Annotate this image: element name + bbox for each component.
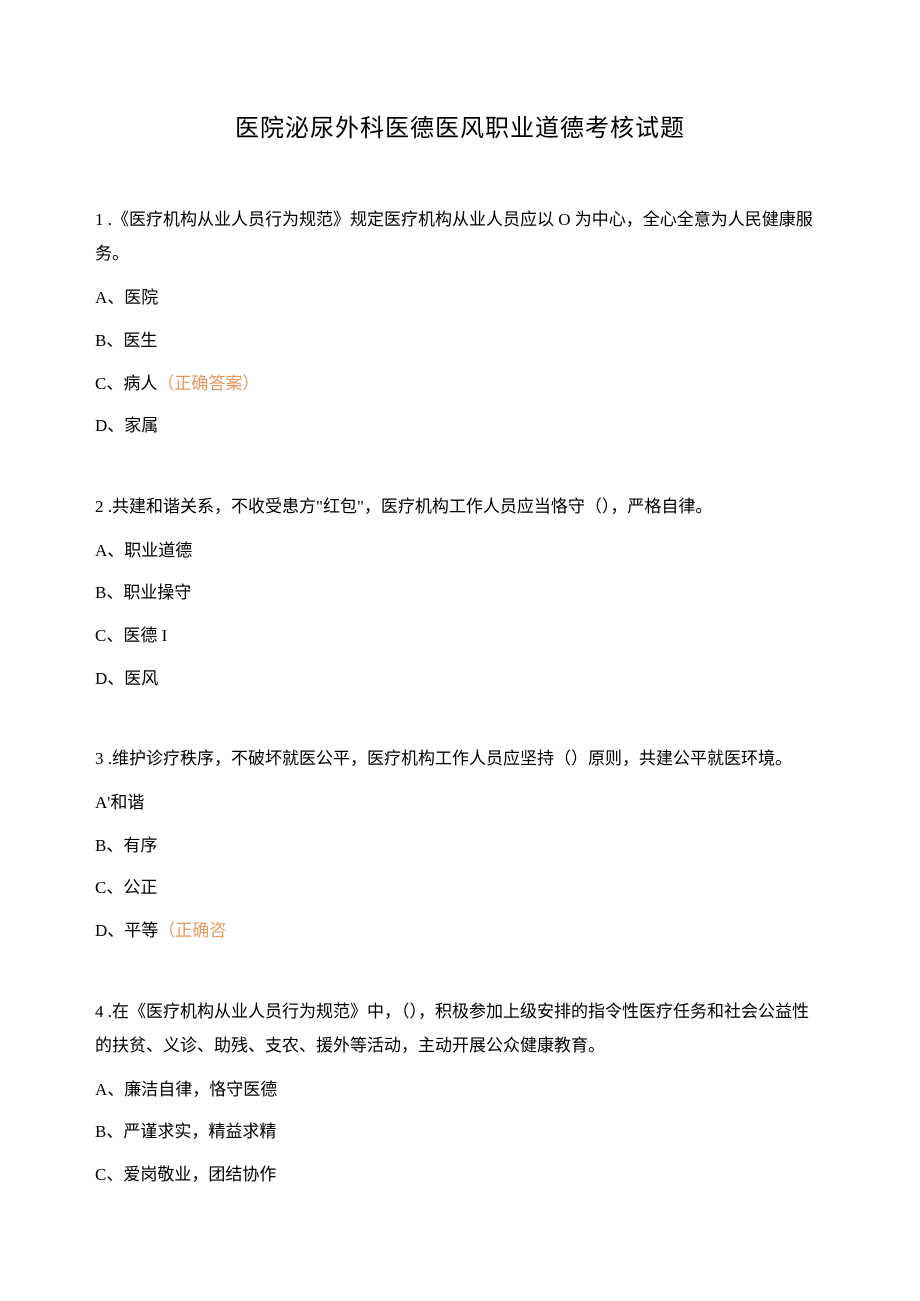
option-a: A、廉洁自律，恪守医德 <box>95 1075 825 1106</box>
option-d: D、平等（正确咨 <box>95 916 825 947</box>
option-d: D、医风 <box>95 664 825 695</box>
question-text: 4 .在《医疗机构从业人员行为规范》中，（），积极参加上级安排的指令性医疗任务和… <box>95 995 825 1063</box>
option-c: C、医德 I <box>95 621 825 652</box>
correct-marker: （正确答案） <box>157 374 259 393</box>
option-label: A、职业道德 <box>95 541 192 560</box>
option-label: D、家属 <box>95 416 158 435</box>
question-body: .《医疗机构从业人员行为规范》规定医疗机构从业人员应以 O 为中心，全心全意为人… <box>95 210 813 263</box>
option-b: B、有序 <box>95 831 825 862</box>
question-text: 1 .《医疗机构从业人员行为规范》规定医疗机构从业人员应以 O 为中心，全心全意… <box>95 203 825 271</box>
option-label: A、医院 <box>95 288 158 307</box>
option-c: C、公正 <box>95 873 825 904</box>
question-text: 3 .维护诊疗秩序，不破坏就医公平，医疗机构工作人员应坚持（）原则，共建公平就医… <box>95 742 825 776</box>
question-body: .共建和谐关系，不收受患方"红包"，医疗机构工作人员应当恪守（），严格自律。 <box>104 497 713 516</box>
option-label: C、爱岗敬业，团结协作 <box>95 1165 276 1184</box>
correct-marker: （正确咨 <box>158 921 226 940</box>
question-2: 2 .共建和谐关系，不收受患方"红包"，医疗机构工作人员应当恪守（），严格自律。… <box>95 490 825 694</box>
question-number: 1 <box>95 210 104 229</box>
question-body: .维护诊疗秩序，不破坏就医公平，医疗机构工作人员应坚持（）原则，共建公平就医环境… <box>104 749 793 768</box>
question-number: 2 <box>95 497 104 516</box>
option-b: B、职业操守 <box>95 578 825 609</box>
option-label: C、病人 <box>95 374 157 393</box>
option-a: A、职业道德 <box>95 536 825 567</box>
option-label: A、廉洁自律，恪守医德 <box>95 1080 277 1099</box>
option-label: C、公正 <box>95 878 157 897</box>
option-a: A'和谐 <box>95 788 825 819</box>
option-label: C、医德 I <box>95 626 167 645</box>
option-c: C、病人（正确答案） <box>95 369 825 400</box>
question-1: 1 .《医疗机构从业人员行为规范》规定医疗机构从业人员应以 O 为中心，全心全意… <box>95 203 825 441</box>
question-text: 2 .共建和谐关系，不收受患方"红包"，医疗机构工作人员应当恪守（），严格自律。 <box>95 490 825 524</box>
option-label: D、医风 <box>95 669 158 688</box>
option-d: D、家属 <box>95 411 825 442</box>
option-label: D、平等 <box>95 921 158 940</box>
question-body: .在《医疗机构从业人员行为规范》中，（），积极参加上级安排的指令性医疗任务和社会… <box>95 1002 809 1055</box>
option-b: B、医生 <box>95 326 825 357</box>
option-a: A、医院 <box>95 283 825 314</box>
question-number: 3 <box>95 749 104 768</box>
option-label: B、职业操守 <box>95 583 191 602</box>
question-3: 3 .维护诊疗秩序，不破坏就医公平，医疗机构工作人员应坚持（）原则，共建公平就医… <box>95 742 825 946</box>
option-label: B、有序 <box>95 836 157 855</box>
document-title: 医院泌尿外科医德医风职业道德考核试题 <box>95 110 825 148</box>
option-b: B、严谨求实，精益求精 <box>95 1117 825 1148</box>
option-label: A'和谐 <box>95 793 144 812</box>
question-number: 4 <box>95 1002 104 1021</box>
option-c: C、爱岗敬业，团结协作 <box>95 1160 825 1191</box>
option-label: B、医生 <box>95 331 157 350</box>
option-label: B、严谨求实，精益求精 <box>95 1122 276 1141</box>
question-4: 4 .在《医疗机构从业人员行为规范》中，（），积极参加上级安排的指令性医疗任务和… <box>95 995 825 1191</box>
